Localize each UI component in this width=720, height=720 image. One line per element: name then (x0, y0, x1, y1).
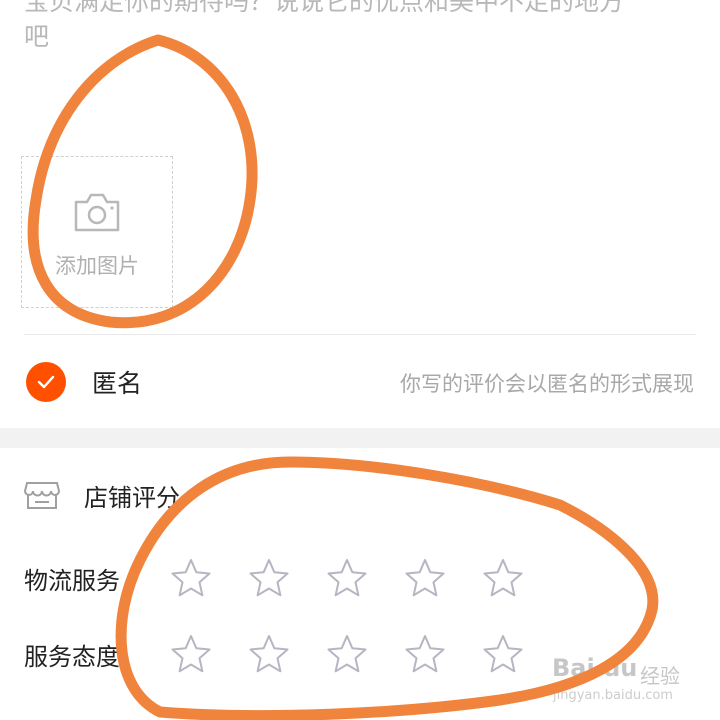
star-icon[interactable] (170, 633, 212, 675)
rating-row-logistics: 物流服务 (24, 548, 560, 608)
camera-icon (74, 193, 120, 232)
section-divider (0, 428, 720, 448)
shop-rating-header: 店铺评分 (24, 470, 180, 520)
star-icon[interactable] (482, 633, 524, 675)
watermark-suffix: 经验 (640, 664, 680, 688)
shop-rating-title: 店铺评分 (84, 483, 180, 512)
star-icon[interactable] (248, 633, 290, 675)
star-rating-service (170, 633, 560, 675)
add-photo-label: 添加图片 (55, 254, 139, 278)
storefront-icon (24, 482, 60, 509)
rating-name: 服务态度 (24, 642, 120, 671)
star-icon[interactable] (170, 557, 212, 599)
star-icon[interactable] (482, 557, 524, 599)
star-icon[interactable] (248, 557, 290, 599)
star-rating-logistics (170, 557, 560, 599)
anonymous-row: 匿名 你写的评价会以匿名的形式展现 (0, 340, 720, 426)
star-icon[interactable] (404, 557, 446, 599)
divider (24, 334, 696, 335)
add-photo-button[interactable]: 添加图片 (21, 156, 173, 308)
star-icon[interactable] (404, 633, 446, 675)
watermark-logo: Bai du (552, 654, 638, 682)
anonymous-hint: 你写的评价会以匿名的形式展现 (400, 372, 694, 396)
checkmark-icon (37, 375, 55, 389)
star-icon[interactable] (326, 633, 368, 675)
review-prompt-text[interactable]: 宝贝满足你的期待吗？说说它的优点和美中不足的地方 吧 (24, 0, 714, 54)
anonymous-label: 匿名 (92, 369, 143, 398)
anonymous-checkbox[interactable] (26, 362, 66, 402)
star-icon[interactable] (326, 557, 368, 599)
watermark-url: jingyan.baidu.com (553, 688, 673, 703)
rating-name: 物流服务 (24, 566, 120, 595)
rating-row-service: 服务态度 (24, 624, 560, 684)
